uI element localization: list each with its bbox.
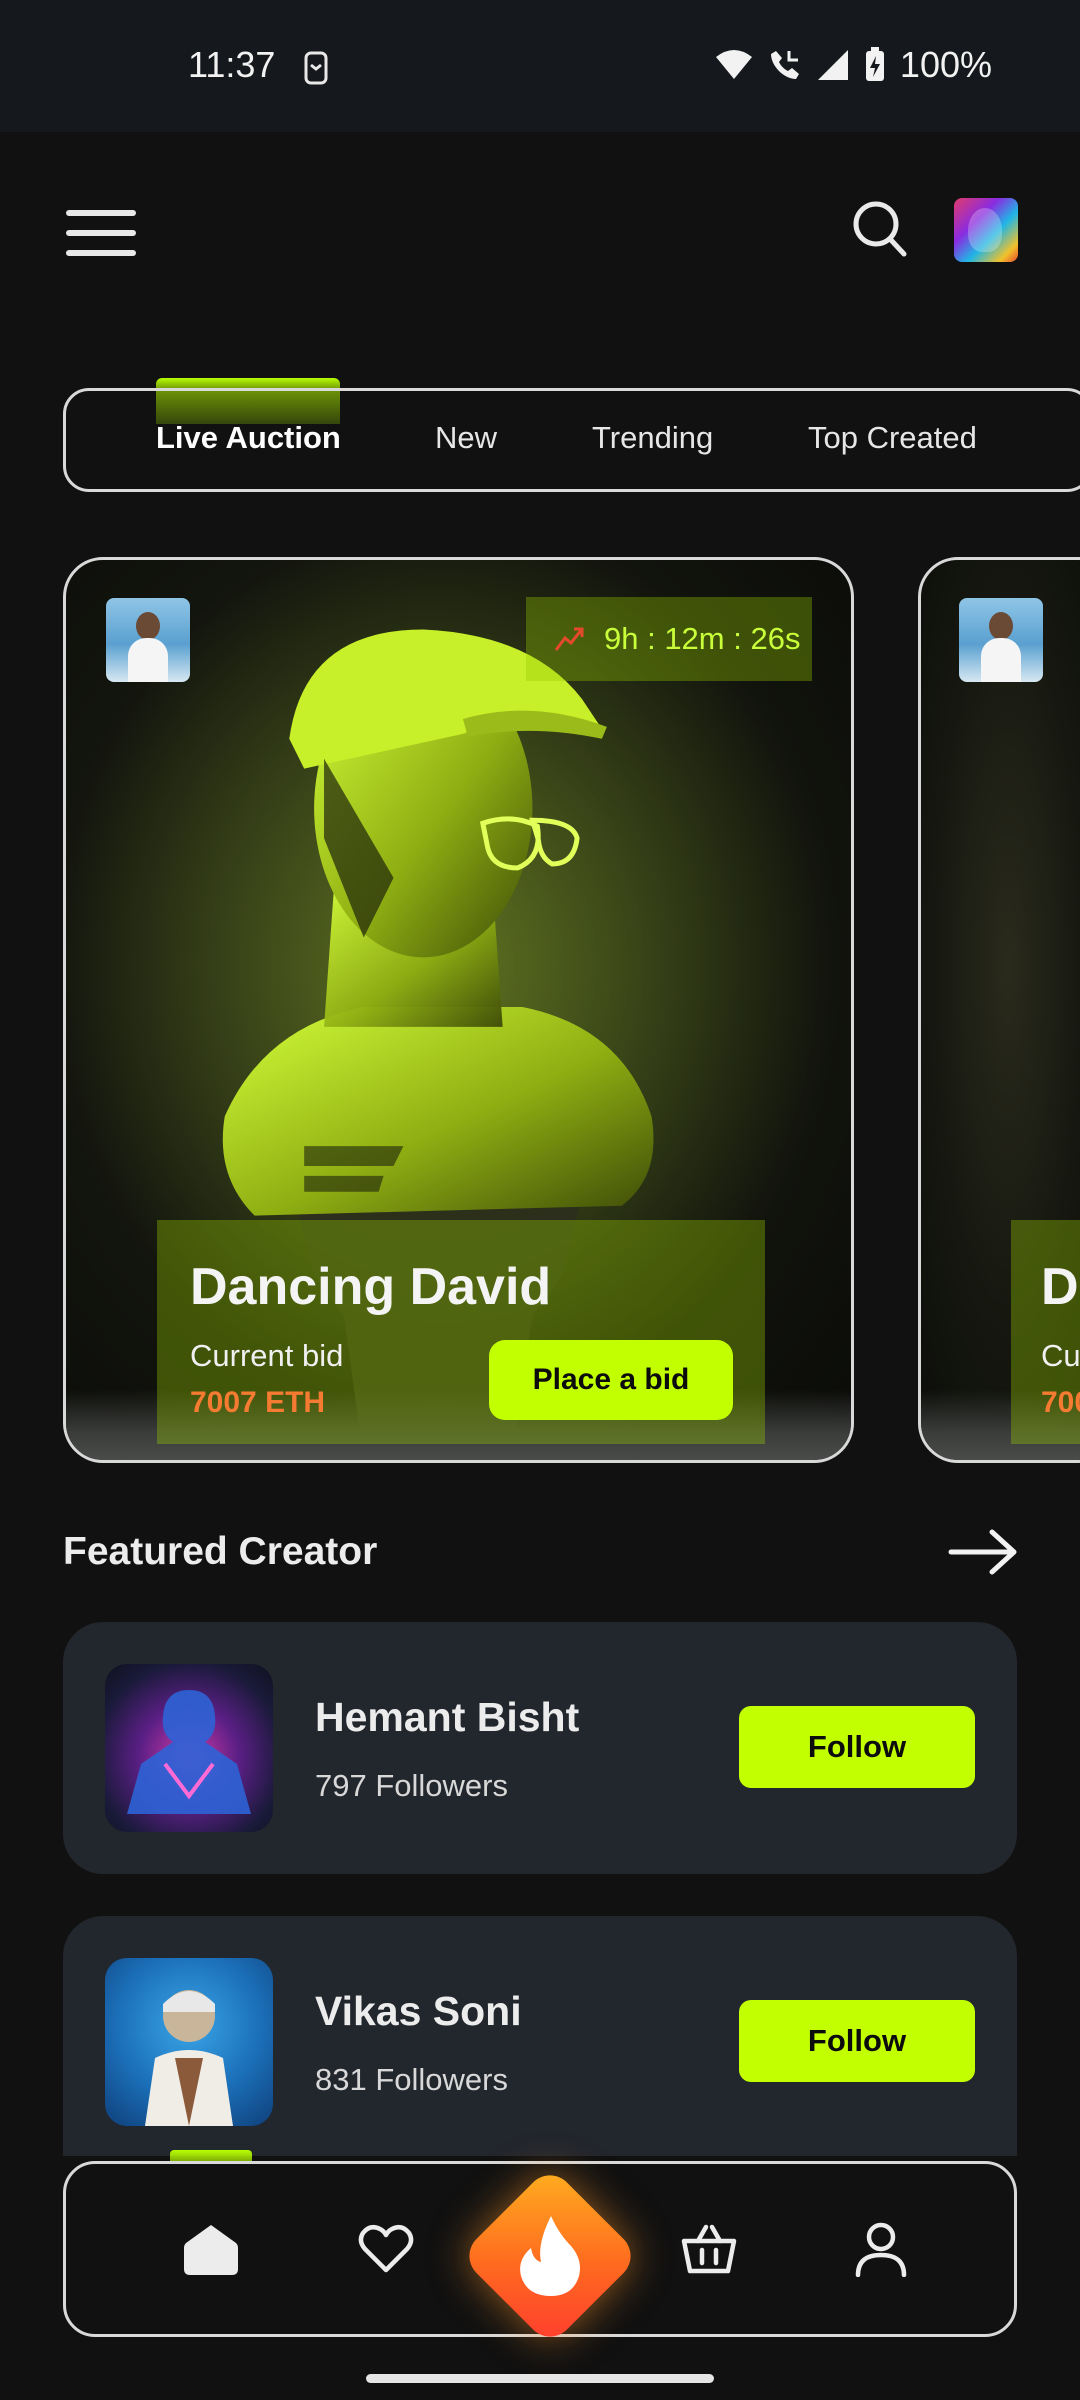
section-title: Featured Creator: [63, 1530, 378, 1573]
creator-thumbnail[interactable]: [959, 598, 1043, 682]
creator-name: Hemant Bisht: [315, 1694, 580, 1740]
creator-name: Vikas Soni: [315, 1988, 522, 2034]
fire-icon: [520, 2216, 580, 2296]
tab-top-created[interactable]: Top Created: [808, 420, 977, 456]
nav-favorites[interactable]: [355, 2218, 417, 2280]
follow-button[interactable]: Follow: [739, 2000, 975, 2082]
creator-followers: 797 Followers: [315, 1768, 508, 1803]
status-time: 11:37: [188, 44, 276, 85]
creator-followers: 831 Followers: [315, 2062, 508, 2097]
creator-photo[interactable]: [105, 1664, 273, 1832]
battery-level: 100%: [899, 44, 992, 85]
call-icon: [770, 51, 799, 79]
profile-icon: [855, 2222, 907, 2277]
follow-button[interactable]: Follow: [739, 1706, 975, 1788]
current-bid-label: Cu: [1041, 1338, 1080, 1373]
gesture-home-bar[interactable]: [366, 2374, 714, 2383]
place-bid-button[interactable]: Place a bid: [489, 1340, 733, 1420]
current-bid-amount: 7007 ETH: [190, 1386, 326, 1419]
nav-basket[interactable]: [678, 2218, 740, 2280]
current-bid-label: Current bid: [190, 1338, 344, 1373]
artwork-title: Dancing David: [190, 1258, 552, 1316]
nav-trending[interactable]: [459, 2165, 641, 2347]
creator-photo[interactable]: [105, 1958, 273, 2126]
heart-icon: [358, 2224, 414, 2273]
current-bid-amount: 700: [1041, 1386, 1080, 1419]
search-icon[interactable]: [852, 200, 908, 258]
trending-up-icon: [554, 627, 584, 651]
nav-profile[interactable]: [850, 2218, 912, 2280]
basket-icon: [681, 2224, 737, 2274]
timer-text: 9h : 12m : 26s: [604, 621, 801, 656]
creator-card[interactable]: Vikas Soni 831 Followers Follow: [63, 1916, 1017, 2156]
status-bar: 11:37 100%: [0, 0, 1080, 132]
signal-icon: [817, 50, 848, 80]
tab-live-auction[interactable]: Live Auction: [156, 420, 341, 456]
menu-button[interactable]: [66, 210, 140, 256]
user-avatar[interactable]: [954, 198, 1018, 262]
hamburger-menu-icon: [66, 210, 136, 216]
auction-card-next[interactable]: D Cu 700: [918, 557, 1080, 1463]
tab-new[interactable]: New: [435, 420, 497, 456]
creator-thumbnail[interactable]: [106, 598, 190, 682]
creator-card[interactable]: Hemant Bisht 797 Followers Follow: [63, 1622, 1017, 1874]
nav-home[interactable]: [180, 2218, 242, 2280]
arrow-right-icon[interactable]: [948, 1528, 1018, 1576]
vibrate-mode-icon: [304, 51, 328, 85]
wifi-icon: [715, 50, 752, 79]
battery-charging-icon: [865, 47, 884, 81]
status-icons: 100%: [714, 44, 992, 86]
tab-trending[interactable]: Trending: [592, 420, 713, 456]
auction-card[interactable]: 9h : 12m : 26s Dancing David Current bid…: [63, 557, 854, 1463]
home-icon: [184, 2225, 238, 2275]
auction-timer: 9h : 12m : 26s: [526, 597, 812, 681]
artwork-title: D: [1041, 1258, 1079, 1316]
